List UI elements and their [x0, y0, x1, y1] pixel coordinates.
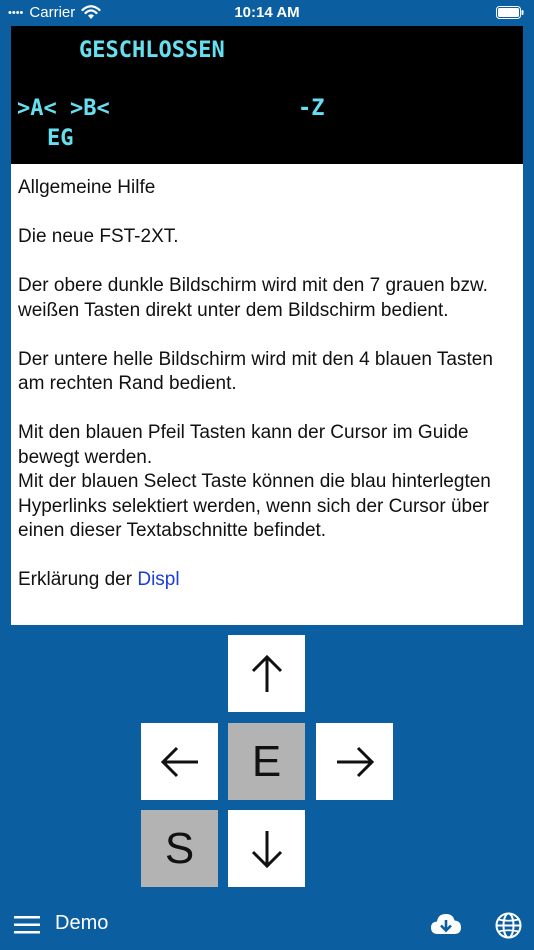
globe-icon[interactable] [495, 912, 522, 944]
up-arrow-button[interactable] [228, 635, 305, 712]
upper-display: GESCHLOSSEN >A< >B< -Z EG [11, 26, 523, 164]
bottom-toolbar: Demo [0, 900, 534, 950]
display-status-title: GESCHLOSSEN [79, 38, 225, 63]
help-select-key: Mit der blauen Select Taste können die b… [18, 471, 491, 541]
cloud-download-icon[interactable] [430, 912, 462, 943]
status-time: 10:14 AM [234, 4, 300, 21]
help-heading: Allgemeine Hilfe [18, 177, 156, 198]
help-panel[interactable]: Allgemeine Hilfe Die neue FST-2XT. Der o… [11, 164, 523, 625]
arrow-up-icon [249, 654, 285, 694]
e-button-label: E [251, 736, 282, 786]
help-content: Allgemeine Hilfe Die neue FST-2XT. Der o… [11, 164, 523, 593]
battery-icon [496, 6, 524, 23]
toolbar-title: Demo [55, 912, 109, 934]
arrow-down-icon [249, 829, 285, 869]
e-button[interactable]: E [228, 723, 305, 800]
right-arrow-button[interactable] [316, 723, 393, 800]
s-button[interactable]: S [141, 810, 218, 887]
arrow-left-icon [160, 744, 200, 780]
display-keys-line: >A< >B< [17, 96, 110, 121]
status-bar: •••• Carrier 10:14 AM [0, 0, 534, 26]
hamburger-menu-icon[interactable] [14, 915, 40, 940]
display-z-label: -Z [298, 96, 325, 121]
arrow-right-icon [335, 744, 375, 780]
help-display-explanation: Erklärung der Displ [18, 568, 516, 593]
down-arrow-button[interactable] [228, 810, 305, 887]
help-display-link[interactable]: Displ [137, 569, 179, 590]
left-arrow-button[interactable] [141, 723, 218, 800]
help-intro: Die neue FST-2XT. [18, 226, 179, 247]
help-upper-screen: Der obere dunkle Bildschirm wird mit den… [18, 275, 488, 321]
help-cut-text: Erklärung der [18, 569, 138, 590]
display-eg-label: EG [47, 126, 74, 151]
help-arrow-keys: Mit den blauen Pfeil Tasten kann der Cur… [18, 422, 469, 468]
help-lower-screen: Der untere helle Bildschirm wird mit den… [18, 348, 493, 395]
s-button-label: S [164, 823, 195, 873]
